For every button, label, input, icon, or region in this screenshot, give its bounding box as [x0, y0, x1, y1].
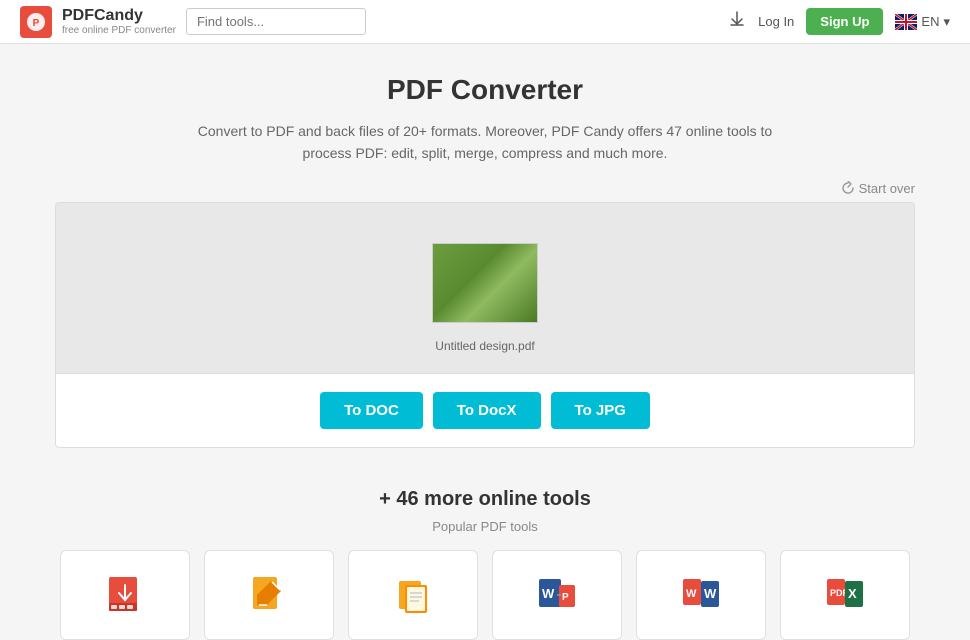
logo-brand-text: PDFCandy	[62, 6, 176, 25]
start-over-label: Start over	[859, 181, 915, 196]
tools-grid: W P W W PDF	[55, 550, 915, 640]
svg-text:W: W	[686, 588, 697, 600]
language-selector[interactable]: EN ▾	[895, 14, 950, 30]
popular-label: Popular PDF tools	[55, 519, 915, 534]
tool-card-pdf-to-word[interactable]: W W	[636, 550, 766, 640]
search-input[interactable]	[186, 8, 366, 35]
tool-card-pdf-to-excel[interactable]: PDF X	[780, 550, 910, 640]
more-tools-title: + 46 more online tools	[55, 488, 915, 511]
start-over-row: Start over	[55, 181, 915, 196]
pdf-download-icon	[103, 573, 147, 617]
download-icon[interactable]	[728, 10, 746, 33]
logo-icon: P	[20, 6, 52, 38]
language-chevron: ▾	[943, 14, 950, 30]
refresh-icon	[841, 181, 855, 195]
pdf-pages-icon	[391, 573, 435, 617]
file-preview-image	[433, 244, 538, 323]
tool-card-pdf-pages[interactable]	[348, 550, 478, 640]
to-doc-button[interactable]: To DOC	[320, 392, 423, 429]
file-name: Untitled design.pdf	[435, 339, 534, 353]
word-pdf-icon: W P	[535, 573, 579, 617]
pdf-word-icon: W W	[679, 573, 723, 617]
svg-text:P: P	[33, 18, 40, 29]
more-tools-section: + 46 more online tools Popular PDF tools	[55, 488, 915, 640]
svg-text:P: P	[562, 592, 569, 603]
to-docx-button[interactable]: To DocX	[433, 392, 541, 429]
header-right: Log In Sign Up EN ▾	[728, 8, 950, 35]
login-button[interactable]: Log In	[758, 14, 794, 29]
to-jpg-button[interactable]: To JPG	[551, 392, 650, 429]
page-title: PDF Converter	[55, 74, 915, 106]
pdf-edit-icon	[247, 573, 291, 617]
file-thumbnail	[432, 243, 538, 323]
pdf-excel-icon: PDF X	[823, 573, 867, 617]
start-over-link[interactable]: Start over	[841, 181, 915, 196]
signup-button[interactable]: Sign Up	[806, 8, 883, 35]
main-content: PDF Converter Convert to PDF and back fi…	[35, 44, 935, 640]
language-label: EN	[921, 14, 939, 29]
logo-tagline-text: free online PDF converter	[62, 25, 176, 37]
action-area: To DOC To DocX To JPG	[55, 374, 915, 448]
tool-card-word-to-pdf[interactable]: W P	[492, 550, 622, 640]
header-left: P PDFCandy free online PDF converter	[20, 6, 366, 38]
tool-card-pdf-download[interactable]	[60, 550, 190, 640]
page-subtitle: Convert to PDF and back files of 20+ for…	[55, 120, 915, 165]
upload-area: Untitled design.pdf	[55, 202, 915, 374]
tool-card-pdf-edit[interactable]	[204, 550, 334, 640]
header: P PDFCandy free online PDF converter Log…	[0, 0, 970, 44]
logo-text: PDFCandy free online PDF converter	[62, 6, 176, 37]
